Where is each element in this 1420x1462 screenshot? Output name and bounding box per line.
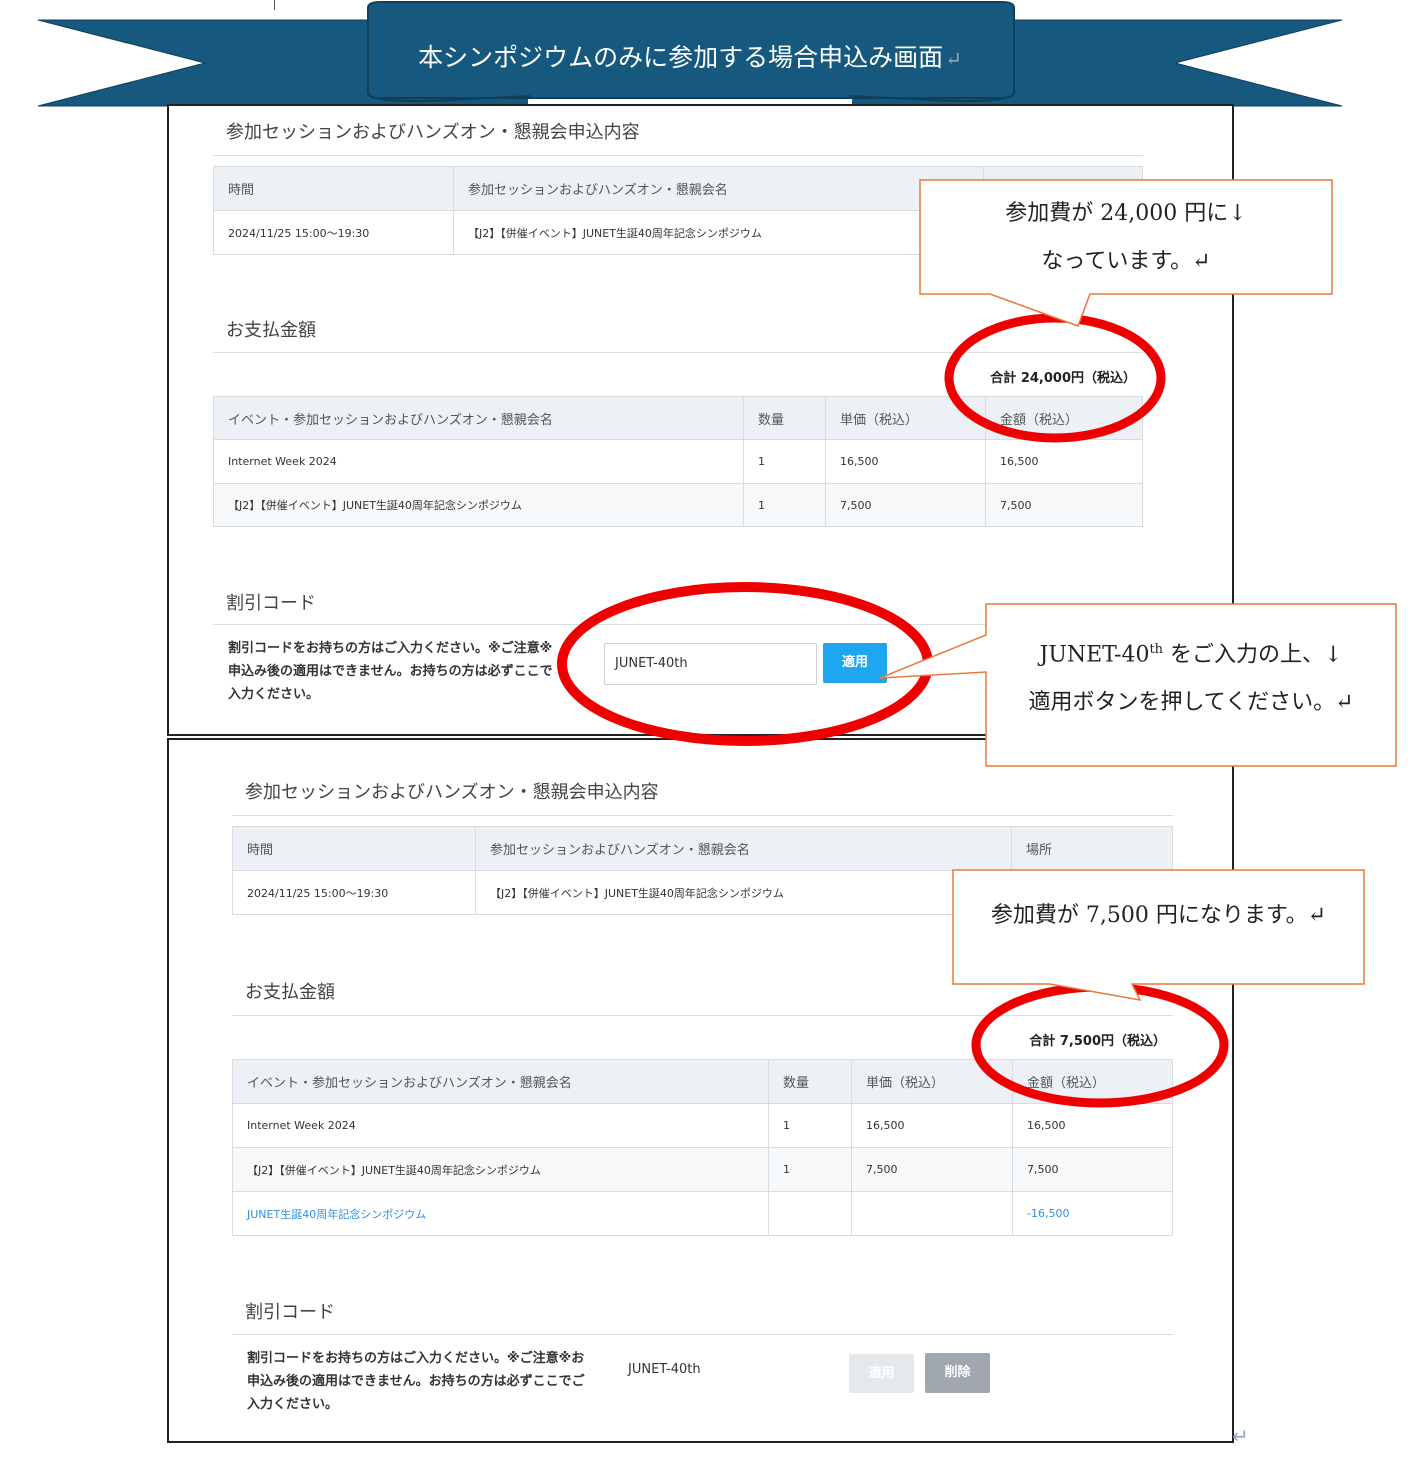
col-header-qty: 数量 <box>768 1059 852 1104</box>
apply-button[interactable]: 適用 <box>823 643 887 683</box>
cell-item: Internet Week 2024 <box>213 439 744 484</box>
col-header-unit-price: 単価（税込） <box>851 1059 1013 1104</box>
cell-item: 【J2】【併催イベント】JUNET生誕40周年記念シンポジウム <box>213 483 744 527</box>
divider <box>213 352 1143 353</box>
table-row: Internet Week 2024 1 16,500 16,500 <box>213 439 1143 484</box>
col-header-amount: 金額（税込） <box>985 396 1143 440</box>
apply-button-disabled[interactable]: 適用 <box>849 1354 914 1393</box>
return-mark: ↵ <box>1232 1424 1249 1448</box>
col-header-amount: 金額（税込） <box>1012 1059 1173 1104</box>
table-row: 【J2】【併催イベント】JUNET生誕40周年記念シンポジウム 1 7,500 … <box>213 483 1143 527</box>
col-header-time: 時間 <box>213 166 454 211</box>
payment-section-title: お支払金額 <box>245 982 335 1003</box>
cell-session-name: 【J2】【併催イベント】JUNET生誕40周年記念シンポジウム <box>453 210 984 255</box>
cell-unit-price <box>851 1191 1013 1236</box>
payment-table: イベント・参加セッションおよびハンズオン・懇親会名 数量 単価（税込） 金額（税… <box>232 1059 1173 1236</box>
callout-text-fee-after: 参加費が 7,500 円になります。↵ <box>990 903 1327 928</box>
col-header-session-name: 参加セッションおよびハンズオン・懇親会名 <box>475 826 1012 871</box>
cell-item: Internet Week 2024 <box>232 1103 769 1148</box>
discount-section-title: 割引コード <box>245 1302 335 1323</box>
session-section-title: 参加セッションおよびハンズオン・懇親会申込内容 <box>245 782 659 803</box>
col-header-item: イベント・参加セッションおよびハンズオン・懇親会名 <box>232 1059 769 1104</box>
divider <box>232 1334 1173 1335</box>
table-row: 【J2】【併催イベント】JUNET生誕40周年記念シンポジウム 1 7,500 … <box>232 1147 1173 1192</box>
cell-item: 【J2】【併催イベント】JUNET生誕40周年記念シンポジウム <box>232 1147 769 1192</box>
cell-unit-price: 7,500 <box>851 1147 1013 1192</box>
cell-time: 2024/11/25 15:00〜19:30 <box>213 210 454 255</box>
table-row: Internet Week 2024 1 16,500 16,500 <box>232 1103 1173 1148</box>
payment-table: イベント・参加セッションおよびハンズオン・懇親会名 数量 単価（税込） 金額（税… <box>213 396 1143 527</box>
col-header-item: イベント・参加セッションおよびハンズオン・懇親会名 <box>213 396 744 440</box>
divider <box>232 815 1173 816</box>
cell-amount: 7,500 <box>1012 1147 1173 1192</box>
cell-unit-price: 16,500 <box>825 439 986 484</box>
payment-total: 合計 7,500円（税込） <box>1029 1034 1166 1049</box>
cell-session-name: 【J2】【併催イベント】JUNET生誕40周年記念シンポジウム <box>475 870 1012 915</box>
col-header-place: 場所 <box>1011 826 1173 871</box>
banner-title: 本シンポジウムのみに参加する場合申込み画面 ↵ <box>418 43 962 72</box>
applied-discount-code: JUNET-40th <box>628 1362 701 1377</box>
col-header-unit-price: 単価（税込） <box>825 396 986 440</box>
cell-unit-price: 16,500 <box>851 1103 1013 1148</box>
col-header-qty: 数量 <box>743 396 826 440</box>
payment-total: 合計 24,000円（税込） <box>990 371 1136 386</box>
discount-instructions: 割引コードをお持ちの方はご入力ください。※ご注意※ 申込み後の適用はできません。… <box>228 641 553 702</box>
discount-code-input[interactable]: JUNET-40th <box>604 643 817 685</box>
cell-amount: 7,500 <box>985 483 1143 527</box>
divider <box>213 624 1143 625</box>
cell-qty: 1 <box>768 1103 852 1148</box>
col-header-time: 時間 <box>232 826 476 871</box>
delete-button[interactable]: 削除 <box>925 1353 990 1393</box>
discount-instructions: 割引コードをお持ちの方はご入力ください。※ご注意※お 申込み後の適用はできません… <box>247 1351 585 1412</box>
discount-section-title: 割引コード <box>226 593 316 614</box>
payment-section-title: お支払金額 <box>226 320 316 341</box>
cell-unit-price: 7,500 <box>825 483 986 527</box>
callout-text-enter-code: JUNET-40th をご入力の上、↓ 適用ボタンを押してください。↵ <box>1028 642 1354 716</box>
callout-text-fee-before: 参加費が 24,000 円に↓ なっています。↵ <box>1005 201 1247 274</box>
cell-discount-item[interactable]: JUNET生誕40周年記念シンポジウム <box>232 1191 769 1236</box>
table-row: JUNET生誕40周年記念シンポジウム -16,500 <box>232 1191 1173 1236</box>
cell-amount: 16,500 <box>1012 1103 1173 1148</box>
cell-qty: 1 <box>743 439 826 484</box>
divider <box>213 155 1143 156</box>
cell-qty: 1 <box>743 483 826 527</box>
cell-time: 2024/11/25 15:00〜19:30 <box>232 870 476 915</box>
cell-qty <box>768 1191 852 1236</box>
cell-amount: 16,500 <box>985 439 1143 484</box>
session-section-title: 参加セッションおよびハンズオン・懇親会申込内容 <box>226 122 640 143</box>
cell-discount-amount: -16,500 <box>1012 1191 1173 1236</box>
divider <box>232 1015 1173 1016</box>
col-header-session-name: 参加セッションおよびハンズオン・懇親会名 <box>453 166 984 211</box>
cell-qty: 1 <box>768 1147 852 1192</box>
